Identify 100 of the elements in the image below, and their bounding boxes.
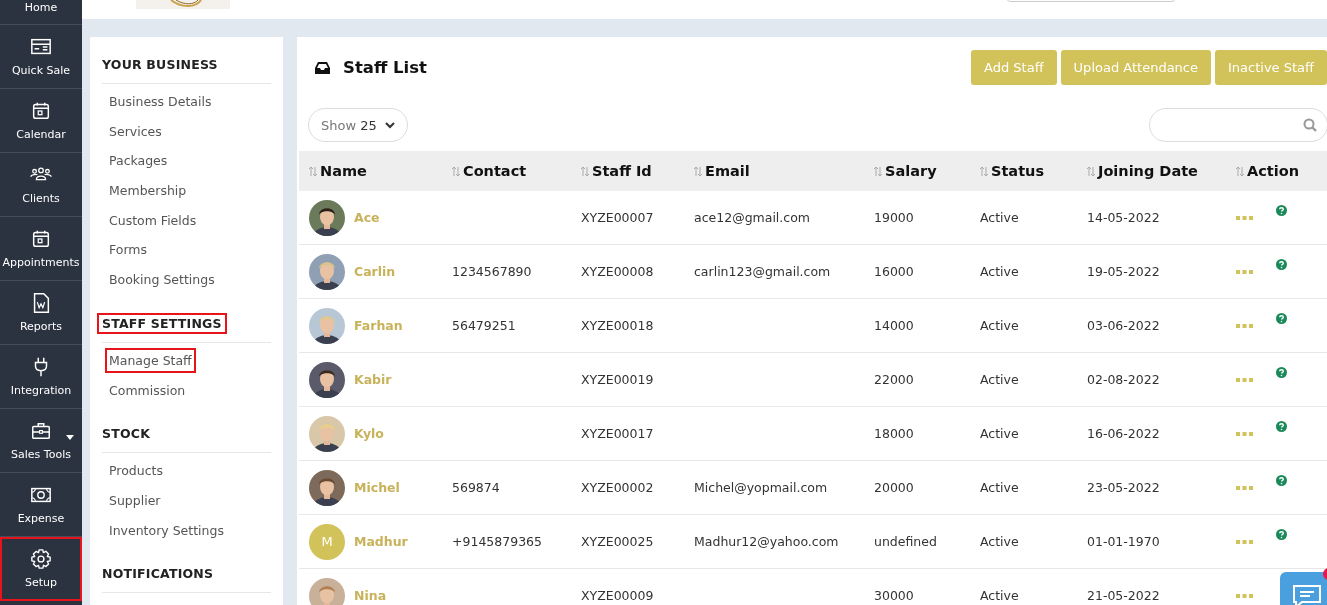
settings-link[interactable]: Packages: [105, 148, 172, 174]
page-title: Staff List: [343, 58, 427, 77]
salary-cell: 18000: [874, 426, 914, 441]
help-icon[interactable]: [1276, 367, 1287, 378]
status-cell: Active: [980, 588, 1019, 603]
help-icon[interactable]: [1276, 259, 1287, 270]
contact-cell: +9145879365: [452, 534, 542, 549]
more-icon[interactable]: [1236, 431, 1253, 436]
help-icon[interactable]: [1276, 529, 1287, 540]
help-icon[interactable]: [1276, 421, 1287, 432]
more-icon[interactable]: [1236, 485, 1253, 490]
date-cell: 19-05-2022: [1087, 264, 1160, 279]
status-cell: Active: [980, 480, 1019, 495]
column-header[interactable]: Name: [299, 151, 442, 191]
salary-cell: 19000: [874, 210, 914, 225]
settings-link[interactable]: Forms: [105, 237, 151, 263]
salary-cell: 16000: [874, 264, 914, 279]
settings-link[interactable]: Business Details: [105, 89, 216, 114]
more-icon[interactable]: [1236, 269, 1253, 274]
staff-id-cell: XYZE00009: [581, 588, 654, 603]
inbox-icon: [315, 61, 330, 74]
more-icon[interactable]: [1236, 377, 1253, 382]
staff-id-cell: XYZE00019: [581, 372, 654, 387]
sort-icon[interactable]: [452, 165, 460, 177]
more-icon[interactable]: [1236, 323, 1253, 328]
status-cell: Active: [980, 372, 1019, 387]
section-heading: STOCK: [101, 425, 151, 444]
salary-cell: undefined: [874, 534, 937, 549]
page-size-dropdown[interactable]: Show 25: [308, 108, 408, 142]
nav-item[interactable]: Integration: [0, 345, 82, 409]
settings-link[interactable]: Services: [105, 118, 166, 144]
more-icon[interactable]: [1236, 593, 1253, 598]
caret-icon: [66, 435, 74, 440]
status-cell: Active: [980, 426, 1019, 441]
nav-item[interactable]: Clients: [0, 153, 82, 217]
settings-link[interactable]: Commission: [105, 377, 190, 403]
salary-cell: 22000: [874, 372, 914, 387]
date-cell: 21-05-2022: [1087, 588, 1160, 603]
nav-item[interactable]: Reports: [0, 281, 82, 345]
settings-link[interactable]: Membership: [105, 178, 191, 204]
date-cell: 02-08-2022: [1087, 372, 1160, 387]
salary-cell: 30000: [874, 588, 914, 603]
nav-item[interactable]: Appointments: [0, 217, 82, 281]
contact-cell: 56479251: [452, 318, 516, 333]
sort-icon[interactable]: [874, 165, 882, 177]
date-cell: 03-06-2022: [1087, 318, 1160, 333]
staff-id-cell: XYZE00017: [581, 426, 654, 441]
nav-item[interactable]: Sales Tools: [0, 409, 82, 473]
column-header[interactable]: Email: [684, 151, 864, 191]
nav-item[interactable]: Expense: [0, 473, 82, 537]
settings-link[interactable]: Manage Staff: [105, 347, 196, 373]
more-icon[interactable]: [1236, 539, 1253, 544]
sort-icon[interactable]: [980, 165, 988, 177]
section-heading: NOTIFICATIONS: [101, 565, 215, 584]
nav-item[interactable]: Quick Sale: [0, 25, 82, 89]
column-header[interactable]: Action: [1226, 151, 1327, 191]
sort-icon[interactable]: [694, 165, 702, 177]
column-header[interactable]: Staff Id: [571, 151, 684, 191]
nav-item[interactable]: Calendar: [0, 89, 82, 153]
chat-icon: [1292, 584, 1322, 605]
more-icon[interactable]: [1236, 215, 1253, 220]
column-header[interactable]: Contact: [442, 151, 571, 191]
email-cell: ace12@gmail.com: [694, 210, 810, 225]
status-cell: Active: [980, 264, 1019, 279]
date-cell: 23-05-2022: [1087, 480, 1160, 495]
sort-icon[interactable]: [1236, 165, 1244, 177]
staff-id-cell: XYZE00002: [581, 480, 654, 495]
date-cell: 14-05-2022: [1087, 210, 1160, 225]
status-cell: Active: [980, 210, 1019, 225]
email-cell: carlin123@gmail.com: [694, 264, 831, 279]
settings-link[interactable]: Custom Fields: [105, 207, 201, 233]
nav-item[interactable]: Setup: [0, 537, 82, 601]
column-header[interactable]: Salary: [864, 151, 970, 191]
briefcase-icon: [30, 420, 52, 442]
settings-link[interactable]: Supplier: [105, 487, 165, 513]
contact-cell: 569874: [452, 480, 500, 495]
status-cell: Active: [980, 534, 1019, 549]
sort-icon[interactable]: [1087, 165, 1095, 177]
section-heading: YOUR BUSINESS: [101, 56, 219, 74]
column-header[interactable]: Joining Date: [1077, 151, 1226, 191]
date-cell: 01-01-1970: [1087, 534, 1160, 549]
settings-link[interactable]: Products: [105, 458, 167, 484]
help-icon[interactable]: [1276, 205, 1287, 216]
column-header[interactable]: Status: [970, 151, 1077, 191]
staff-id-cell: XYZE00018: [581, 318, 654, 333]
settings-link[interactable]: Inventory Settings: [105, 517, 228, 543]
section-heading: STAFF SETTINGS: [97, 312, 227, 334]
gear-icon: [30, 548, 52, 570]
staff-id-cell: XYZE00007: [581, 210, 654, 225]
help-icon[interactable]: [1276, 475, 1287, 486]
salary-cell: 20000: [874, 480, 914, 495]
sort-icon[interactable]: [309, 165, 317, 177]
calendar-icon: [30, 100, 52, 122]
search-icon: [1303, 118, 1317, 132]
avatar: M: [309, 523, 345, 560]
help-icon[interactable]: [1276, 313, 1287, 324]
settings-link[interactable]: Booking Settings: [105, 267, 219, 293]
sort-icon[interactable]: [581, 165, 589, 177]
date-cell: 16-06-2022: [1087, 426, 1160, 441]
status-cell: Active: [980, 318, 1019, 333]
